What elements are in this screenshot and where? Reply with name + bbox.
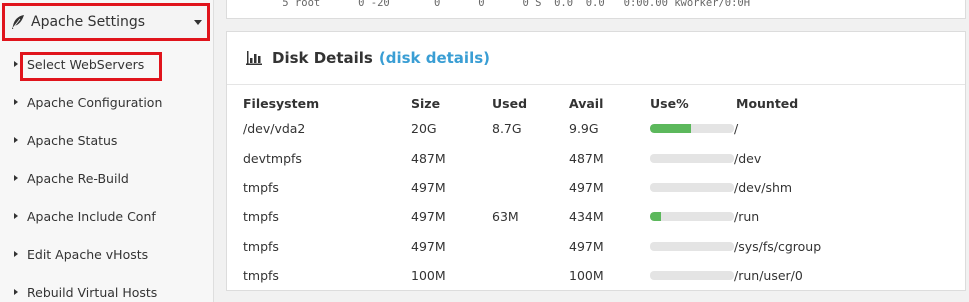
sidebar-item-label: Edit Apache vHosts — [27, 246, 149, 262]
usage-bar — [650, 241, 734, 251]
cell-use-mounted: /dev — [650, 143, 943, 172]
usage-bar — [650, 124, 734, 134]
cell-used — [492, 232, 569, 261]
cell-size: 100M — [411, 268, 446, 284]
cell-filesystem: tmpfs — [243, 179, 279, 195]
cell-filesystem: tmpfs — [243, 268, 279, 284]
cell-mounted: /sys/fs/cgroup — [734, 238, 822, 254]
cell-avail: 100M — [569, 268, 604, 284]
cell-avail: 9.9G — [569, 121, 599, 137]
table-row: /dev/vda2 20G 8.7G 9.9G / — [243, 114, 943, 143]
cell-size: 497M — [411, 179, 446, 195]
sidebar-item-label: Rebuild Virtual Hosts — [27, 284, 158, 300]
section-title: Apache Settings — [31, 14, 146, 30]
sidebar-item-apache-status[interactable]: Apache Status — [0, 121, 213, 159]
cell-filesystem: devtmpfs — [243, 150, 302, 166]
sidebar-item-label: Apache Include Conf — [27, 208, 156, 224]
sidebar-nav: Select WebServers Apache Configuration A… — [0, 45, 213, 302]
sidebar-item-label: Apache Configuration — [27, 94, 163, 110]
cell-size: 497M — [411, 238, 446, 254]
disk-details-panel: Disk Details (disk details) Filesystem S… — [226, 31, 966, 291]
usage-bar — [650, 153, 734, 163]
usage-bar — [650, 271, 734, 281]
cell-used: 8.7G — [492, 121, 522, 137]
cell-use-mounted: /dev/shm — [650, 173, 943, 202]
sidebar-item-label: Select WebServers — [27, 56, 145, 72]
bar-chart-icon — [246, 51, 262, 65]
cell-mounted: /dev/shm — [734, 179, 793, 195]
sidebar-item-select-webservers[interactable]: Select WebServers — [0, 45, 213, 83]
caret-right-icon — [14, 61, 18, 67]
cell-use-mounted: /sys/fs/cgroup — [650, 232, 943, 261]
cell-avail: 487M — [569, 150, 604, 166]
cell-size: 20G — [411, 121, 437, 137]
column-header-size: Size — [411, 95, 441, 111]
cell-used — [492, 261, 569, 290]
column-header-used: Used — [492, 95, 528, 111]
panel-title: Disk Details — [272, 49, 373, 67]
table-row: tmpfs 497M 497M /dev/shm — [243, 173, 943, 202]
cell-use-mounted: / — [650, 114, 943, 143]
cell-size: 487M — [411, 150, 446, 166]
cell-avail: 434M — [569, 209, 604, 225]
sidebar-item-rebuild-virtual-hosts[interactable]: Rebuild Virtual Hosts — [0, 273, 213, 302]
table-row: tmpfs 100M 100M /run/user/0 — [243, 261, 943, 290]
cell-size: 497M — [411, 209, 446, 225]
cell-avail: 497M — [569, 179, 604, 195]
cell-mounted: / — [734, 121, 739, 137]
usage-bar-fill — [650, 124, 692, 134]
disk-details-link[interactable]: (disk details) — [379, 49, 490, 67]
apache-settings-header[interactable]: Apache Settings — [2, 3, 210, 41]
process-row: 5 root 0 -20 0 0 0 S 0.0 0.0 0:00.00 kwo… — [257, 0, 751, 9]
disk-table: Filesystem Size Used Avail Use% Mounted … — [243, 92, 943, 290]
caret-right-icon — [14, 289, 18, 295]
caret-right-icon — [14, 99, 18, 105]
caret-right-icon — [14, 213, 18, 219]
cell-used: 63M — [492, 209, 519, 225]
cell-used — [492, 173, 569, 202]
sidebar: Apache Settings Select WebServers Apache… — [0, 0, 214, 302]
table-row: tmpfs 497M 497M /sys/fs/cgroup — [243, 232, 943, 261]
cell-filesystem: tmpfs — [243, 209, 279, 225]
cell-mounted: /run — [734, 209, 760, 225]
sidebar-item-label: Apache Re-Build — [27, 170, 129, 186]
feather-icon — [12, 15, 24, 29]
sidebar-item-apache-rebuild[interactable]: Apache Re-Build — [0, 159, 213, 197]
table-header-row: Filesystem Size Used Avail Use% Mounted — [243, 92, 943, 114]
column-header-filesystem: Filesystem — [243, 95, 320, 111]
sidebar-item-apache-configuration[interactable]: Apache Configuration — [0, 83, 213, 121]
cell-mounted: /run/user/0 — [734, 268, 803, 284]
column-header-use-percent: Use% — [650, 95, 689, 111]
cell-used — [492, 143, 569, 172]
caret-right-icon — [14, 251, 18, 257]
cell-avail: 497M — [569, 238, 604, 254]
usage-bar — [650, 212, 734, 222]
column-header-avail: Avail — [569, 95, 604, 111]
main-content: 5 root 0 -20 0 0 0 S 0.0 0.0 0:00.00 kwo… — [214, 0, 969, 302]
cell-mounted: /dev — [734, 150, 762, 166]
cell-use-mounted: /run/user/0 — [650, 261, 943, 290]
caret-right-icon — [14, 137, 18, 143]
column-header-mounted: Mounted — [736, 95, 799, 111]
table-row: devtmpfs 487M 487M /dev — [243, 143, 943, 172]
panel-header: Disk Details (disk details) — [227, 32, 965, 85]
page: Apache Settings Select WebServers Apache… — [0, 0, 969, 302]
sidebar-item-edit-apache-vhosts[interactable]: Edit Apache vHosts — [0, 235, 213, 273]
cell-filesystem: tmpfs — [243, 238, 279, 254]
sidebar-item-apache-include-conf[interactable]: Apache Include Conf — [0, 197, 213, 235]
table-row: tmpfs 497M 63M 434M /run — [243, 202, 943, 231]
usage-bar — [650, 182, 734, 192]
cell-use-mounted: /run — [650, 202, 943, 231]
process-panel: 5 root 0 -20 0 0 0 S 0.0 0.0 0:00.00 kwo… — [226, 0, 966, 19]
caret-right-icon — [14, 175, 18, 181]
cell-filesystem: /dev/vda2 — [243, 121, 306, 137]
usage-bar-fill — [650, 212, 661, 222]
caret-down-icon — [194, 19, 202, 25]
sidebar-item-label: Apache Status — [27, 132, 118, 148]
